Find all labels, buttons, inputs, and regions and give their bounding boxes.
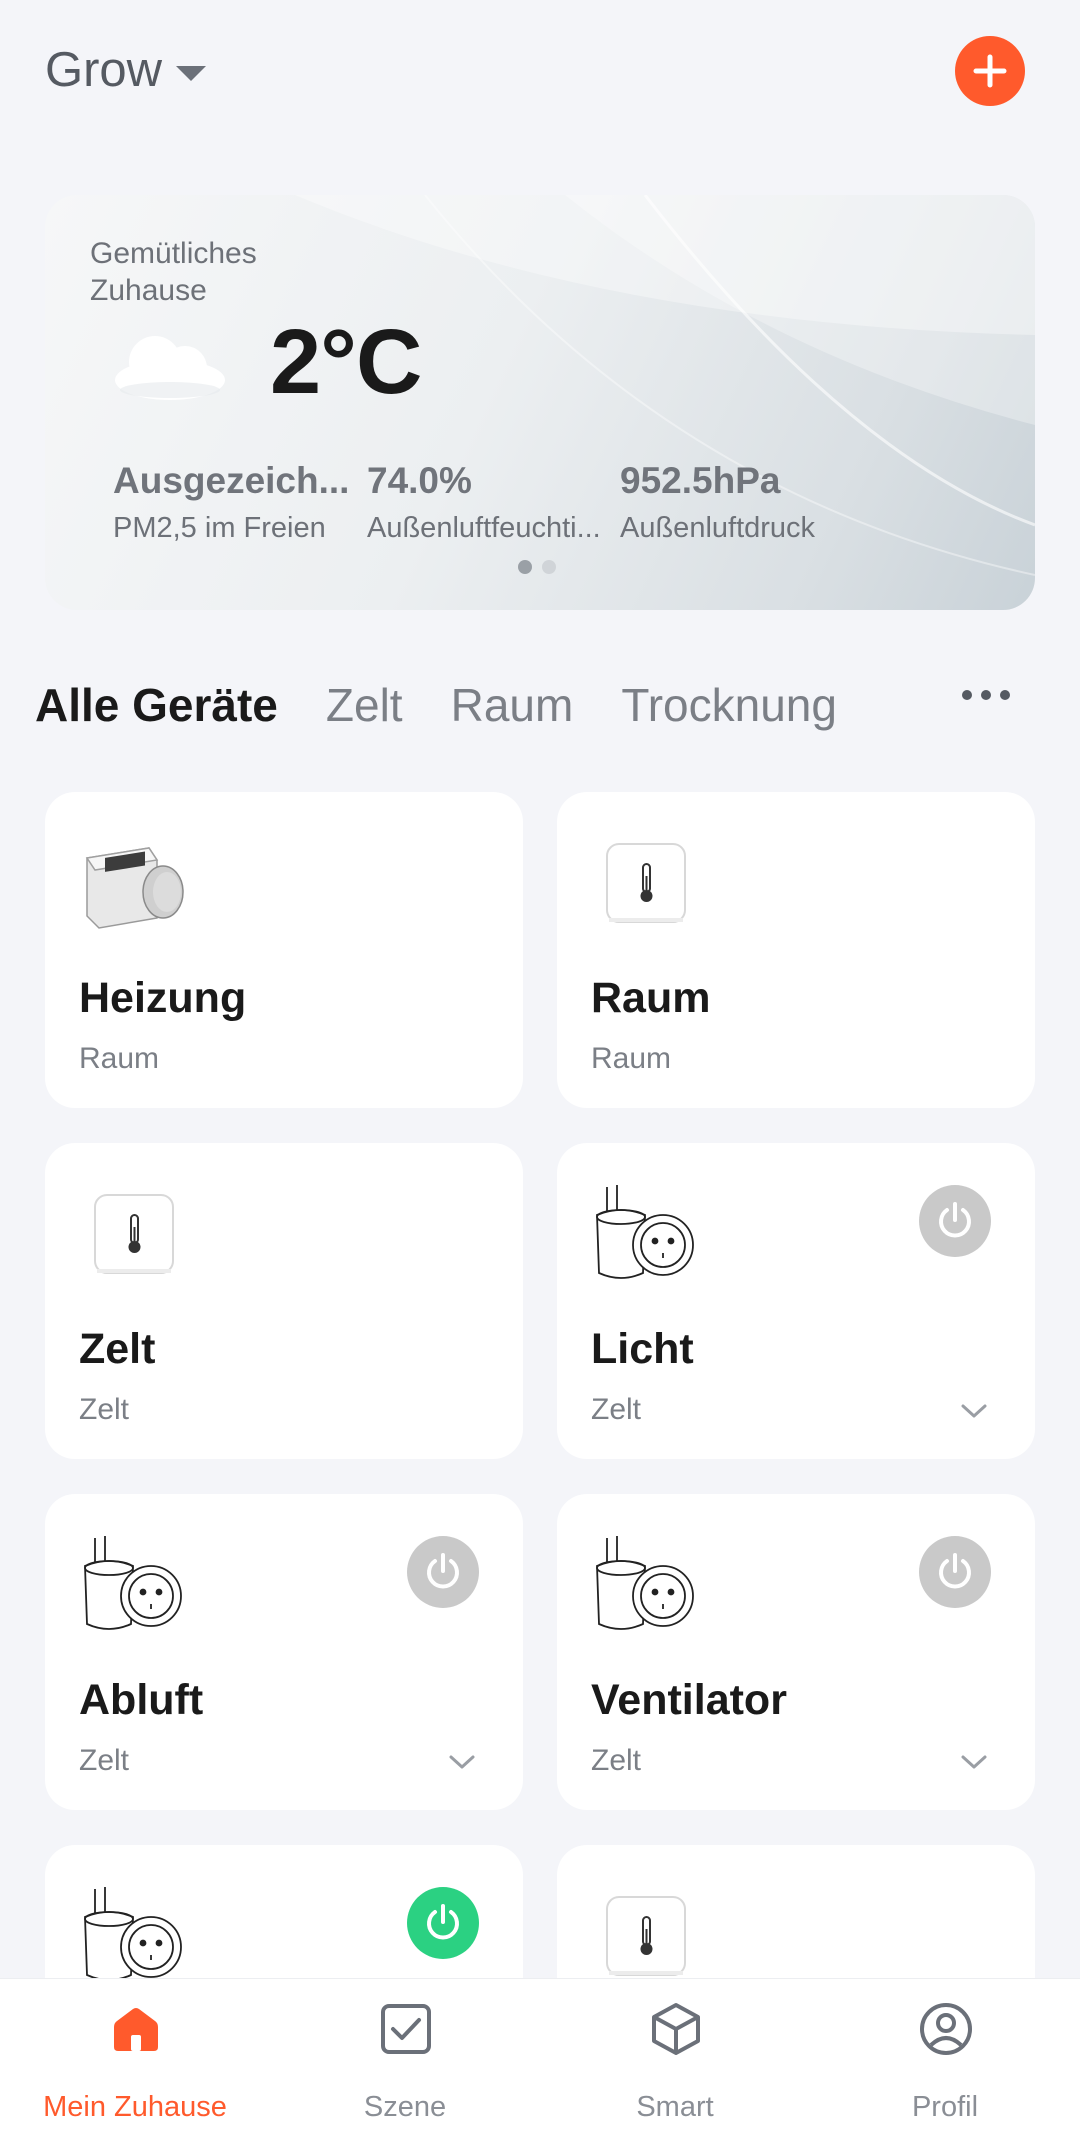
metric-value: 952.5hPa (620, 460, 781, 501)
device-room: Zelt (591, 1393, 642, 1426)
tab-zelt[interactable]: Zelt (326, 678, 403, 732)
device-room: Zelt (591, 1744, 642, 1777)
power-toggle[interactable] (919, 1536, 991, 1608)
page-dot (542, 560, 556, 574)
smart-plug-icon (596, 1536, 694, 1630)
device-room: Zelt (79, 1393, 130, 1426)
nav-label: Smart (636, 2091, 714, 2123)
metric-label: Außenluftfeuchti... (367, 512, 601, 544)
page-indicator (518, 560, 556, 574)
nav-label: Profil (911, 2091, 979, 2123)
device-name: Abluft (79, 1676, 204, 1724)
caret-down-icon (176, 65, 207, 81)
thermostat-valve-icon (85, 847, 184, 929)
power-icon (939, 1202, 971, 1238)
metric-value: 74.0% (367, 460, 472, 501)
metric-pressure: 952.5hPa Außenluftdruck (620, 460, 920, 545)
device-room: Raum (591, 1042, 672, 1075)
tab-raum[interactable]: Raum (451, 678, 574, 732)
nav-mein-zuhause[interactable]: Mein Zuhause (0, 1979, 270, 2139)
power-toggle[interactable] (407, 1887, 479, 1959)
nav-label: Mein Zuhause (43, 2091, 227, 2123)
cloud-icon (115, 336, 225, 400)
tab-all-devices[interactable]: Alle Geräte (35, 678, 278, 732)
smart-plug-icon (596, 1185, 694, 1279)
metric-value: Ausgezeich... (113, 460, 350, 501)
chevron-down-icon[interactable] (447, 1752, 477, 1772)
device-card-licht[interactable]: Licht Zelt (557, 1143, 1035, 1459)
metric-label: Außenluftdruck (620, 512, 816, 544)
thermometer-sensor-icon (606, 843, 686, 923)
nav-label: Szene (363, 2091, 447, 2123)
plus-icon (973, 54, 1007, 88)
power-icon (939, 1553, 971, 1589)
tab-trocknung[interactable]: Trocknung (621, 678, 837, 732)
more-icon[interactable] (962, 690, 1010, 700)
chevron-down-icon[interactable] (959, 1752, 989, 1772)
nav-smart[interactable]: Smart (540, 1979, 810, 2139)
smart-plug-icon (84, 1887, 182, 1981)
weather-card[interactable]: Gemütliches Zuhause 2°C Ausgezeich... PM… (45, 195, 1035, 610)
device-room: Zelt (79, 1744, 130, 1777)
power-icon (427, 1553, 459, 1589)
device-name: Ventilator (591, 1676, 787, 1724)
profile-icon (920, 2003, 972, 2055)
temperature: 2°C (270, 311, 422, 413)
power-toggle[interactable] (407, 1536, 479, 1608)
nav-szene[interactable]: Szene (270, 1979, 540, 2139)
device-card-ventilator[interactable]: Ventilator Zelt (557, 1494, 1035, 1810)
bottom-navigation: Mein Zuhause Szene Smart Profil (0, 1978, 1080, 2139)
device-card-raum[interactable]: Raum Raum (557, 792, 1035, 1108)
metric-label: PM2,5 im Freien (113, 512, 326, 544)
thermometer-sensor-icon (606, 1896, 686, 1976)
home-icon (114, 2008, 158, 2051)
device-name: Raum (591, 974, 711, 1022)
cube-icon (652, 2003, 700, 2055)
device-room: Raum (79, 1042, 160, 1075)
device-name: Heizung (79, 974, 247, 1022)
home-selector[interactable]: Grow (45, 42, 207, 98)
device-name: Zelt (79, 1325, 156, 1373)
thermometer-sensor-icon (94, 1194, 174, 1274)
page-dot-active (518, 560, 532, 574)
weather-location: Gemütliches Zuhause (90, 237, 257, 307)
device-card-zelt[interactable]: Zelt Zelt (45, 1143, 523, 1459)
nav-profil[interactable]: Profil (810, 1979, 1080, 2139)
checkbox-icon (381, 2004, 431, 2054)
metric-humidity: 74.0% Außenluftfeuchti... (367, 460, 617, 545)
home-name: Grow (45, 43, 163, 97)
metric-pm25: Ausgezeich... PM2,5 im Freien (113, 460, 363, 545)
power-toggle[interactable] (919, 1185, 991, 1257)
room-tabs: Alle Geräte Zelt Raum Trocknung (35, 670, 885, 740)
chevron-down-icon[interactable] (959, 1401, 989, 1421)
smart-plug-icon (84, 1536, 182, 1630)
power-icon (427, 1904, 459, 1940)
add-device-button[interactable] (955, 36, 1025, 106)
device-name: Licht (591, 1325, 694, 1373)
header: Grow (0, 0, 1080, 150)
device-card-abluft[interactable]: Abluft Zelt (45, 1494, 523, 1810)
device-card-heizung[interactable]: Heizung Raum (45, 792, 523, 1108)
